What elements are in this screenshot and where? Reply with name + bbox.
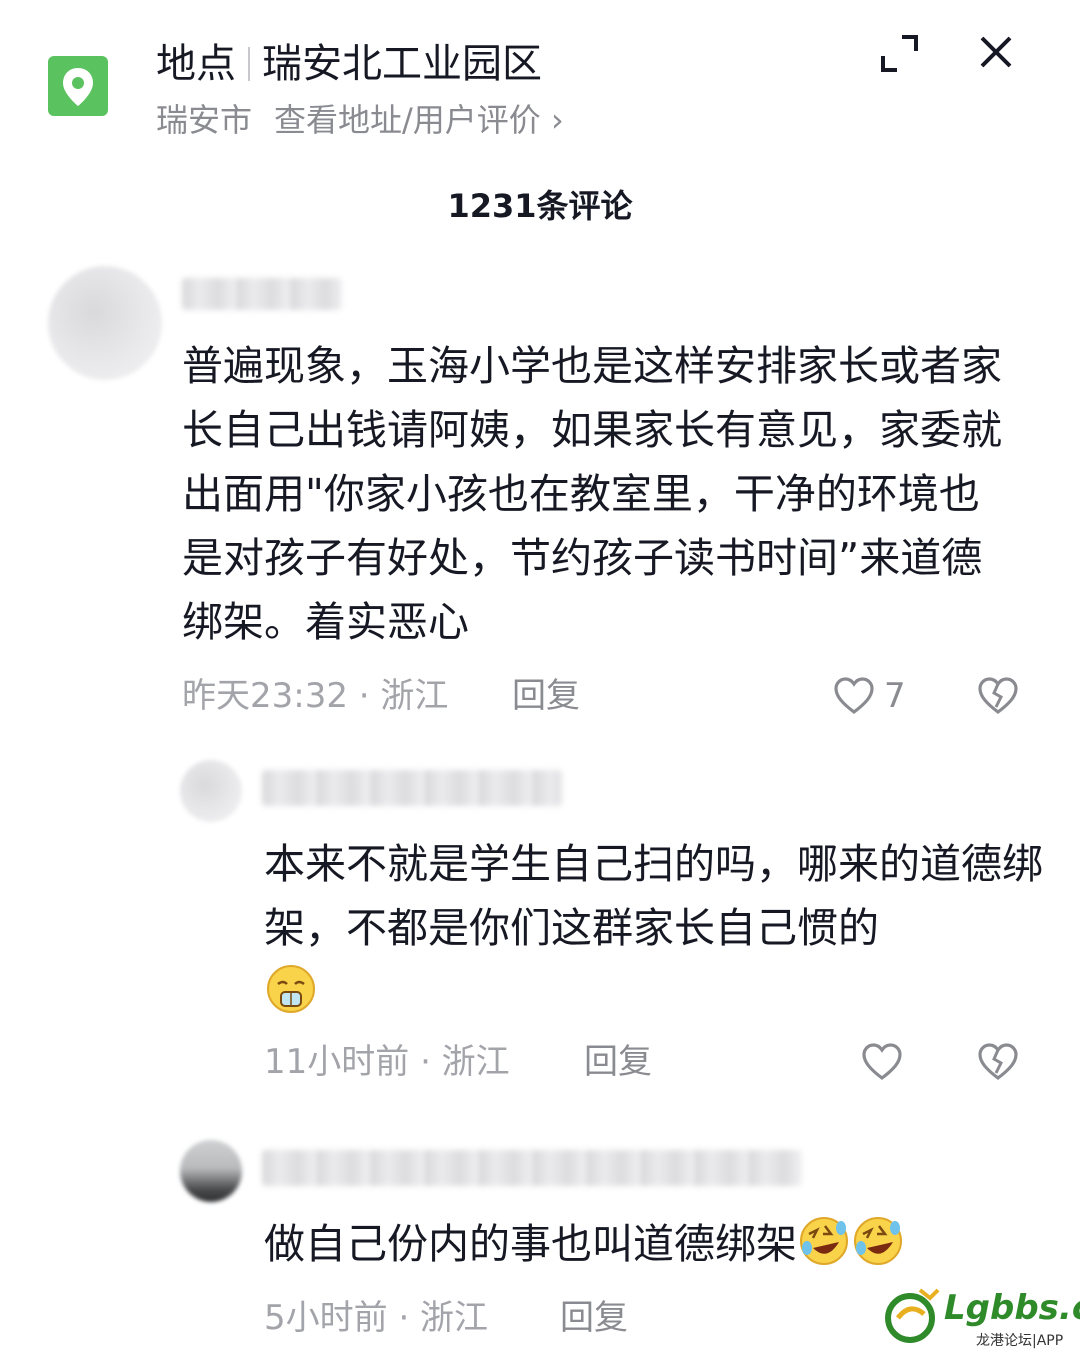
username-blurred[interactable]: [262, 770, 562, 806]
comment-meta: 昨天23:32 · 浙江: [182, 676, 449, 716]
comment-text: 做自己份内的事也叫道德绑架: [264, 1212, 1044, 1276]
comment-meta: 5小时前 · 浙江: [264, 1298, 489, 1338]
dislike-button[interactable]: [976, 674, 1020, 718]
watermark-emblem-icon: [885, 1288, 940, 1343]
location-name: 瑞安北工业园区: [262, 41, 542, 87]
avatar[interactable]: [180, 1140, 242, 1202]
comment-text: 普遍现象，玉海小学也是这样安排家长或者家长自己出钱请阿姨，如果家长有意见，家委就…: [182, 342, 1002, 646]
dislike-button[interactable]: [976, 1040, 1020, 1084]
like-button[interactable]: [832, 674, 876, 718]
view-address-link[interactable]: 查看地址/用户评价 ›: [274, 101, 564, 139]
avatar[interactable]: [180, 760, 242, 822]
close-icon: [980, 36, 1012, 68]
username-blurred[interactable]: [262, 1150, 802, 1186]
heart-icon: [862, 1043, 902, 1081]
rolling-laughing-emoji-icon: [800, 1217, 848, 1265]
view-address-label: 查看地址/用户评价: [274, 101, 541, 139]
chevron-right-icon: ›: [550, 101, 564, 139]
location-header: 地点 瑞安北工业园区 瑞安市 查看地址/用户评价 ›: [0, 0, 1080, 150]
avatar[interactable]: [48, 266, 162, 380]
comment-text-body: 本来不就是学生自己扫的吗，哪来的道德绑架，不都是你们这群家长自己惯的: [264, 840, 1043, 952]
like-button[interactable]: [860, 1040, 904, 1084]
expand-icon: [881, 35, 918, 72]
broken-heart-icon: [978, 677, 1018, 715]
reply-button[interactable]: 回复: [560, 1294, 628, 1342]
rolling-laughing-emoji-icon: [854, 1217, 902, 1265]
comment-text: 本来不就是学生自己扫的吗，哪来的道德绑架，不都是你们这群家长自己惯的: [264, 832, 1044, 1024]
location-subtitle: 瑞安市 查看地址/用户评价 ›: [156, 98, 564, 142]
reply-button[interactable]: 回复: [512, 672, 580, 720]
comment-meta: 11小时前 · 浙江: [264, 1042, 510, 1082]
watermark-subtitle: 龙港论坛|APP: [976, 1333, 1064, 1349]
location-title[interactable]: 地点 瑞安北工业园区: [156, 38, 542, 90]
comment-count-title: 1231条评论: [447, 187, 633, 225]
broken-heart-icon: [978, 1043, 1018, 1081]
comment-panel: 地点 瑞安北工业园区 瑞安市 查看地址/用户评价 › 1231条评论 普遍现象，玉海…: [0, 0, 1080, 1353]
reply-button[interactable]: 回复: [584, 1038, 652, 1086]
expand-button[interactable]: [878, 32, 922, 76]
crying-face-emoji-icon: [267, 965, 315, 1013]
watermark-logo: Lgbbs.cn 龙港论坛|APP: [880, 1280, 1080, 1350]
username-blurred[interactable]: [182, 278, 342, 310]
like-count: 7: [884, 676, 906, 716]
location-label: 地点: [156, 41, 236, 87]
close-button[interactable]: [972, 32, 1020, 76]
heart-icon: [834, 677, 874, 715]
city-name: 瑞安市: [156, 101, 253, 139]
watermark-brand: Lgbbs.cn: [944, 1288, 1080, 1328]
comment-text-body: 做自己份内的事也叫道德绑架: [264, 1220, 797, 1268]
location-pin-icon: [48, 56, 108, 116]
title-divider: [248, 47, 250, 81]
